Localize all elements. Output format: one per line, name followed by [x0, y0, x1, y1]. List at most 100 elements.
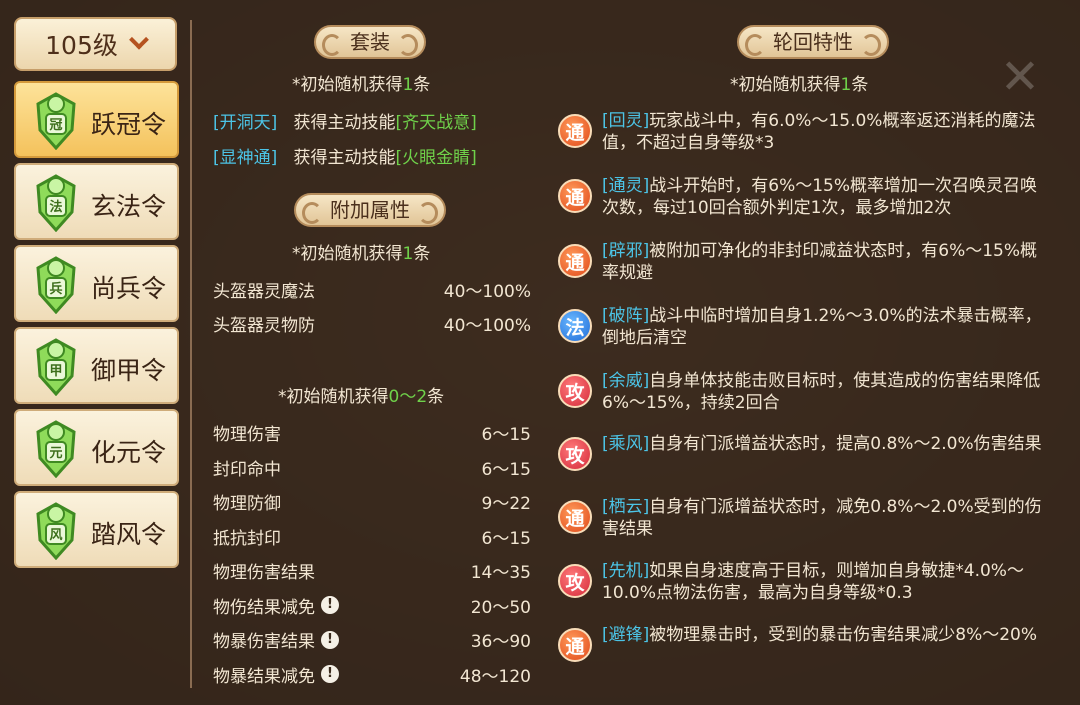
set-item-skill[interactable]: [火眼金睛] — [395, 148, 476, 168]
token-label: 玄法令 — [91, 192, 167, 221]
trait-text: [辟邪]被附加可净化的非封印减益状态时，有6%～15%概率规避 — [602, 240, 1050, 284]
extra-title-label: 附加属性 — [294, 193, 446, 227]
set-note-suffix: 条 — [413, 75, 431, 95]
trait-row: 通 [通灵]战斗开始时，有6%～15%概率增加一次召唤灵召唤次数，每过10回合额外… — [558, 175, 1058, 219]
attr-name-wrap: 物暴伤害结果! — [213, 627, 339, 652]
attr-name: 物伤结果减免 — [213, 597, 315, 618]
extra-note-2: *初始随机获得0～2条 — [278, 382, 444, 407]
set-note-prefix: *初始随机获得 — [292, 75, 403, 95]
token-item[interactable]: 甲 御甲令 — [14, 327, 179, 404]
reincarnation-note-count: 1 — [840, 75, 852, 95]
attr-name-wrap: 物理防御 — [213, 489, 281, 514]
trait-desc: 如果自身速度高于目标，则增加自身敏捷*4.0%～10.0%点物法伤害，最高为自身… — [602, 561, 1024, 603]
attr-row: 头盔器灵魔法 40～100% — [213, 277, 531, 302]
sidebar: 105级 冠 跃冠令法 玄法令兵 尚兵令甲 御甲令元 化元令风 踏风令 — [14, 17, 182, 568]
trait-text: [乘风]自身有门派增益状态时，提高0.8%～2.0%伤害结果 — [602, 433, 1050, 471]
token-badge-char: 法 — [49, 200, 63, 215]
set-section-title: 套装 — [285, 22, 455, 62]
set-item-skill[interactable]: [齐天战意] — [395, 113, 476, 133]
trait-text: [破阵]战斗中临时增加自身1.2%～3.0%的法术暴击概率，倒地后清空 — [602, 305, 1050, 349]
trait-type-icon: 攻 — [558, 374, 592, 408]
extra-note2-suffix: 条 — [427, 387, 445, 407]
info-alert-icon[interactable]: ! — [321, 630, 339, 649]
token-item[interactable]: 兵 尚兵令 — [14, 245, 179, 322]
attr-name-wrap: 物理伤害结果 — [213, 558, 315, 583]
token-label: 化元令 — [91, 438, 167, 467]
extra-note2-prefix: *初始随机获得 — [278, 387, 389, 407]
token-badge-icon: 风 — [34, 502, 78, 561]
extra-note1-prefix: *初始随机获得 — [292, 244, 403, 264]
attr-range: 40～100% — [443, 316, 531, 336]
set-item-tag: [显神通] — [213, 148, 278, 168]
attr-range: 40～100% — [443, 282, 531, 302]
trait-tag: [回灵] — [602, 111, 650, 131]
reincarnation-title-label: 轮回特性 — [737, 25, 889, 59]
trait-tag: [余威] — [602, 371, 650, 391]
trait-tag: [先机] — [602, 561, 650, 581]
info-alert-icon[interactable]: ! — [321, 665, 339, 683]
token-badge-icon: 法 — [34, 174, 78, 233]
token-list: 冠 跃冠令法 玄法令兵 尚兵令甲 御甲令元 化元令风 踏风令 — [14, 81, 182, 568]
attr-row: 物理防御 9～22 — [213, 489, 531, 514]
trait-text: [余威]自身单体技能击败目标时，使其造成的伤害结果降低6%～15%，持续2回合 — [602, 370, 1050, 414]
trait-row: 通 [避锋]被物理暴击时，受到的暴击伤害结果减少8%～20% — [558, 624, 1058, 662]
level-select-value: 105级 — [45, 31, 118, 60]
token-item[interactable]: 风 踏风令 — [14, 491, 179, 568]
token-badge-icon: 甲 — [34, 338, 78, 397]
token-badge-icon: 元 — [34, 420, 78, 479]
close-icon[interactable]: ✕ — [995, 52, 1045, 102]
extra-note1-count: 1 — [402, 244, 414, 264]
token-badge-icon: 兵 — [34, 256, 78, 315]
level-select[interactable]: 105级 — [14, 17, 177, 71]
set-note: *初始随机获得1条 — [292, 70, 430, 95]
attr-range: 14～35 — [470, 563, 531, 583]
trait-type-icon: 通 — [558, 500, 592, 534]
reincarnation-note-suffix: 条 — [851, 75, 869, 95]
token-label: 尚兵令 — [91, 274, 167, 303]
attr-range: 20～50 — [470, 597, 531, 618]
attr-row: 头盔器灵物防 40～100% — [213, 311, 531, 336]
attr-name-wrap: 抵抗封印 — [213, 524, 281, 549]
trait-type-icon: 通 — [558, 628, 592, 662]
token-badge-char: 风 — [49, 528, 63, 543]
attr-row: 封印命中 6～15 — [213, 455, 531, 480]
extra-note2-count: 0～2 — [388, 387, 428, 407]
attr-row: 物暴结果减免! 48～120 — [213, 662, 531, 687]
set-item-1: [开洞天] 获得主动技能[齐天战意] — [213, 108, 533, 133]
token-item[interactable]: 冠 跃冠令 — [14, 81, 179, 158]
set-item-text: 获得主动技能 — [293, 113, 396, 133]
trait-desc: 自身有门派增益状态时，提高0.8%～2.0%伤害结果 — [649, 434, 1042, 454]
trait-row: 攻 [余威]自身单体技能击败目标时，使其造成的伤害结果降低6%～15%，持续2回合 — [558, 370, 1058, 414]
set-item-tag: [开洞天] — [213, 113, 278, 133]
reincarnation-section-title: 轮回特性 — [728, 22, 898, 62]
attr-range: 36～90 — [470, 632, 531, 652]
token-label: 踏风令 — [91, 520, 167, 549]
attr-range: 6～15 — [481, 425, 531, 445]
extra-note-1: *初始随机获得1条 — [292, 239, 430, 264]
trait-row: 通 [栖云]自身有门派增益状态时，减免0.8%～2.0%受到的伤害结果 — [558, 496, 1058, 540]
trait-tag: [乘风] — [602, 434, 650, 454]
trait-type-icon: 攻 — [558, 437, 592, 471]
attr-name: 物理伤害 — [213, 425, 281, 445]
attr-name: 物暴伤害结果 — [213, 632, 315, 652]
trait-desc: 自身有门派增益状态时，减免0.8%～2.0%受到的伤害结果 — [602, 497, 1042, 539]
token-item[interactable]: 元 化元令 — [14, 409, 179, 486]
trait-desc: 被附加可净化的非封印减益状态时，有6%～15%概率规避 — [602, 241, 1038, 283]
trait-text: [先机]如果自身速度高于目标，则增加自身敏捷*4.0%～10.0%点物法伤害，最… — [602, 560, 1050, 604]
attr-range: 48～120 — [459, 666, 531, 687]
chevron-down-icon — [128, 29, 149, 50]
trait-desc: 玩家战斗中，有6.0%～15.0%概率返还消耗的魔法值，不超过自身等级*3 — [602, 111, 1036, 153]
token-badge-char: 兵 — [49, 282, 63, 297]
trait-row: 攻 [乘风]自身有门派增益状态时，提高0.8%～2.0%伤害结果 — [558, 433, 1058, 471]
trait-desc: 被物理暴击时，受到的暴击伤害结果减少8%～20% — [649, 625, 1038, 645]
token-item[interactable]: 法 玄法令 — [14, 163, 179, 240]
token-label: 御甲令 — [91, 356, 167, 385]
attr-row: 物伤结果减免! 20～50 — [213, 593, 531, 618]
trait-text: [回灵]玩家战斗中，有6.0%～15.0%概率返还消耗的魔法值，不超过自身等级*… — [602, 110, 1050, 154]
trait-row: 攻 [先机]如果自身速度高于目标，则增加自身敏捷*4.0%～10.0%点物法伤害，… — [558, 560, 1058, 604]
info-alert-icon[interactable]: ! — [321, 596, 339, 614]
token-badge-char: 冠 — [49, 118, 63, 133]
attr-name-wrap: 封印命中 — [213, 455, 281, 480]
trait-row: 通 [辟邪]被附加可净化的非封印减益状态时，有6%～15%概率规避 — [558, 240, 1058, 284]
attr-name-wrap: 物伤结果减免! — [213, 593, 339, 618]
